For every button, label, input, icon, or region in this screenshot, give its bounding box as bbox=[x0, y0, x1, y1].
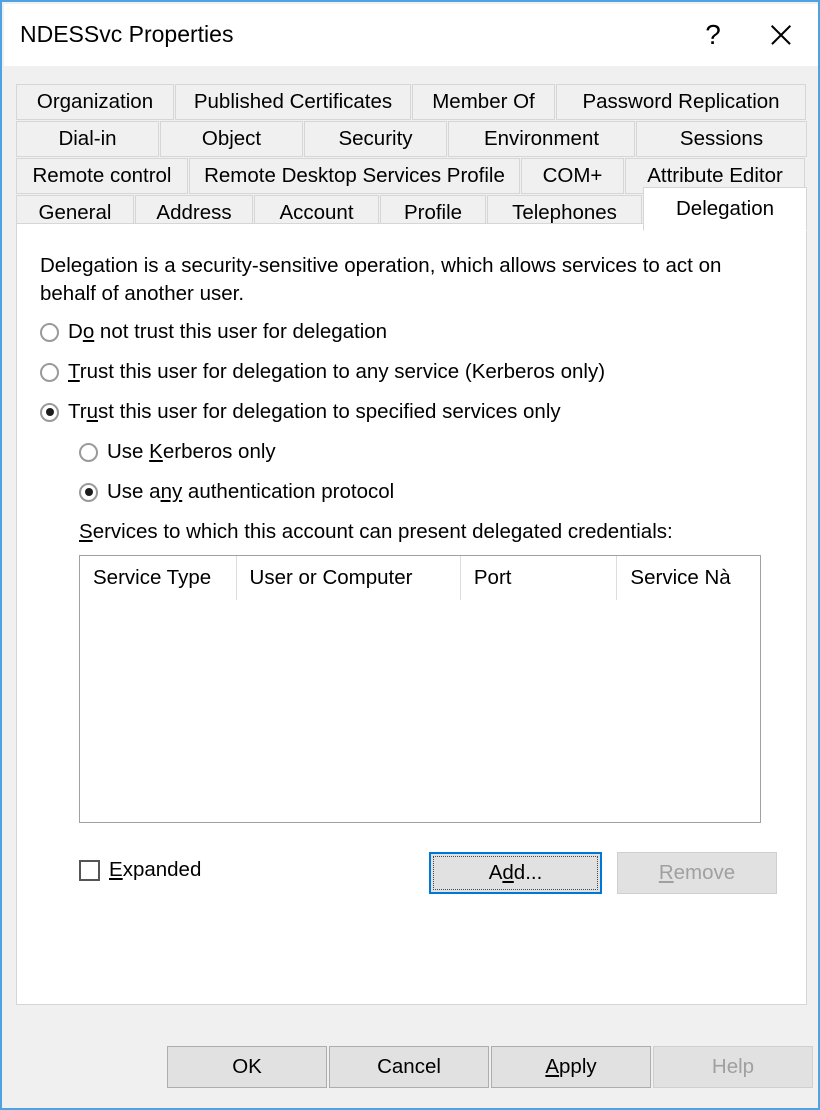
services-list-caption: Services to which this account can prese… bbox=[79, 520, 673, 543]
tab-com-[interactable]: COM+ bbox=[521, 158, 624, 194]
column-header[interactable]: Service Nà bbox=[617, 556, 760, 600]
tab-strip: Organization Published Certificates Member… bbox=[16, 84, 807, 231]
tab-remote-control[interactable]: Remote control bbox=[16, 158, 188, 194]
tab-row: Organization Published Certificates Member… bbox=[16, 84, 807, 120]
tab-remote-desktop-services-profile[interactable]: Remote Desktop Services Profile bbox=[189, 158, 520, 194]
close-button[interactable] bbox=[750, 6, 812, 64]
delegation-description: Delegation is a security-sensitive opera… bbox=[40, 254, 722, 305]
checkbox-indicator bbox=[79, 859, 100, 881]
tab-row: Dial-in Object Security Environment Sessions bbox=[16, 121, 807, 157]
tab-label: Sessions bbox=[679, 127, 764, 150]
remove-button[interactable]: Remove bbox=[617, 852, 777, 894]
column-header[interactable]: User or Computer bbox=[237, 556, 461, 600]
expanded-label: Expanded bbox=[109, 858, 202, 881]
window-title: NDESSvc Properties bbox=[20, 21, 234, 47]
radio-indicator bbox=[79, 482, 98, 502]
tab-label: Delegation bbox=[675, 197, 774, 220]
tab-dial-in[interactable]: Dial-in bbox=[16, 121, 159, 157]
add-button[interactable]: Ad d... bbox=[431, 854, 600, 892]
services-list-body[interactable] bbox=[80, 600, 760, 822]
expanded-checkbox[interactable]: Expanded bbox=[79, 858, 201, 882]
tab-delegation[interactable]: Delegation bbox=[643, 187, 807, 231]
tab-label: Object bbox=[201, 127, 262, 150]
tab-security[interactable]: Security bbox=[304, 121, 447, 157]
services-list-view[interactable]: Service Type User or Computer Port Service … bbox=[79, 555, 761, 823]
tab-label: Dial-in bbox=[58, 127, 117, 150]
tab-label: Member Of bbox=[432, 90, 535, 113]
tab-object[interactable]: Object bbox=[160, 121, 303, 157]
delegation-tab-panel: Delegation is a security-sensitive opera… bbox=[16, 223, 807, 1005]
ok-button[interactable]: OK bbox=[167, 1046, 327, 1088]
tab-password-replication[interactable]: Password Replication bbox=[556, 84, 806, 120]
radio-label: Do not trust this user for delegation bbox=[68, 320, 388, 343]
radio-indicator bbox=[40, 322, 59, 342]
tab-label: Remote control bbox=[32, 164, 172, 187]
cancel-button[interactable]: Cancel bbox=[329, 1046, 489, 1088]
column-header[interactable]: Service Type bbox=[80, 556, 237, 600]
radio-indicator bbox=[40, 402, 59, 422]
radio-label: Use Kerberos only bbox=[107, 440, 276, 463]
radio-indicator bbox=[40, 362, 59, 382]
tab-label: Telephones bbox=[512, 201, 617, 224]
radio-use-kerberos-only[interactable]: Use Kerberos only bbox=[79, 440, 276, 464]
tab-published-certificates[interactable]: Published Certificates bbox=[175, 84, 411, 120]
tab-member-of[interactable]: Member Of bbox=[412, 84, 555, 120]
tab-sessions[interactable]: Sessions bbox=[636, 121, 807, 157]
title-bar: NDESSvc Properties ? bbox=[4, 4, 818, 66]
radio-use-any-authentication-protocol[interactable]: Use any authentication protocol bbox=[79, 480, 394, 504]
column-header[interactable]: Port bbox=[461, 556, 618, 600]
tab-label: Profile bbox=[403, 201, 463, 224]
radio-trust-specified-services[interactable]: Trust this user for delegation to specif… bbox=[40, 400, 561, 424]
apply-button[interactable]: Apply bbox=[491, 1046, 651, 1088]
tab-label: General bbox=[38, 201, 112, 224]
dialog-footer: OK Cancel Apply Help bbox=[2, 1046, 818, 1090]
tab-label: Attribute Editor bbox=[647, 164, 783, 187]
tab-label: COM+ bbox=[542, 164, 603, 187]
properties-dialog: NDESSvc Properties ? Organization Publish… bbox=[0, 0, 820, 1110]
radio-label: Trust this user for delegation to any se… bbox=[68, 360, 606, 383]
tab-label: Account bbox=[279, 201, 354, 224]
tab-label: Published Certificates bbox=[193, 90, 393, 113]
radio-do-not-trust[interactable]: Do not trust this user for delegation bbox=[40, 320, 387, 344]
tab-environment[interactable]: Environment bbox=[448, 121, 635, 157]
question-mark-icon: ? bbox=[705, 19, 721, 50]
tab-organization[interactable]: Organization bbox=[16, 84, 174, 120]
radio-label: Trust this user for delegation to specif… bbox=[68, 400, 561, 423]
help-title-button[interactable]: ? bbox=[682, 6, 744, 64]
radio-label: Use any authentication protocol bbox=[107, 480, 395, 503]
services-list-header: Service Type User or Computer Port Service … bbox=[80, 556, 760, 600]
tab-label: Remote Desktop Services Profile bbox=[204, 164, 505, 187]
tab-label: Security bbox=[338, 127, 413, 150]
radio-trust-any-service[interactable]: Trust this user for delegation to any se… bbox=[40, 360, 605, 384]
help-button[interactable]: Help bbox=[653, 1046, 813, 1088]
tab-label: Environment bbox=[483, 127, 600, 150]
tab-label: Address bbox=[156, 201, 232, 224]
tab-label: Password Replication bbox=[582, 90, 780, 113]
tab-label: Organization bbox=[36, 90, 154, 113]
close-icon bbox=[768, 22, 794, 48]
add-button-focus-ring: Ad d... bbox=[429, 852, 602, 894]
radio-indicator bbox=[79, 442, 98, 462]
